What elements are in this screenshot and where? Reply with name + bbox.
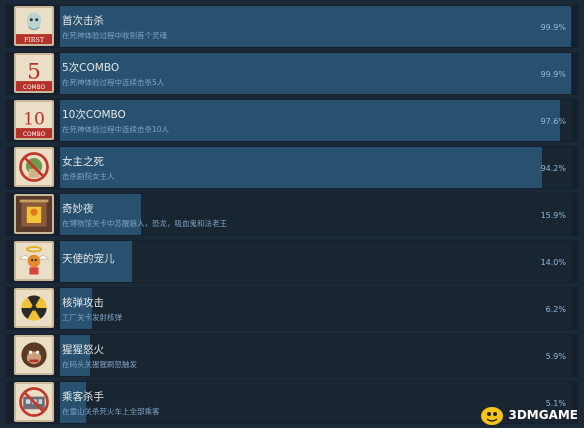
progress-track: [60, 147, 572, 188]
progress-track: [60, 288, 572, 329]
gorilla-icon: [14, 335, 54, 375]
achievement-title: 女主之死: [62, 156, 104, 168]
achievement-percent: 14.0%: [540, 258, 566, 267]
achievement-desc: 在博物馆关卡中苏醒狼人，恐龙，吸血鬼和法老王: [62, 219, 227, 228]
achievement-row[interactable]: 天使的宠儿 14.0%: [6, 240, 578, 283]
achievement-desc: 击杀剧院女主人: [62, 172, 115, 181]
angel-icon: [14, 241, 54, 281]
achievement-row[interactable]: 5 COMBO 5次COMBO 在死神体验过程中连续击杀5人 99.9%: [6, 52, 578, 95]
achievement-title: 乘客杀手: [62, 391, 104, 403]
achievement-list: FIRST 首次击杀 在死神体验过程中收割首个灵魂 99.9% 5 COMBO …: [0, 0, 584, 428]
achievement-percent: 15.9%: [540, 211, 566, 220]
achievement-desc: 在死神体验过程中收割首个灵魂: [62, 31, 167, 40]
achievement-desc: 工厂关卡发射核弹: [62, 313, 122, 322]
achievement-title: 5次COMBO: [62, 62, 120, 74]
achievement-percent: 5.9%: [545, 352, 566, 361]
achievement-desc: 在雪山关杀死火车上全部乘客: [62, 407, 160, 416]
no-woman-icon: [14, 147, 54, 187]
achievement-title: 10次COMBO: [62, 109, 126, 121]
first-kill-badge-icon: FIRST: [14, 6, 54, 46]
achievement-desc: 在码头关猩猩刷怒触发: [62, 360, 137, 369]
achievement-desc: 在死神体验过程中连续击杀10人: [62, 125, 170, 134]
badge-text: COMBO: [23, 85, 46, 91]
achievement-desc: 在死神体验过程中连续击杀5人: [62, 78, 165, 87]
badge-text: COMBO: [23, 132, 46, 138]
achievement-title: 奇妙夜: [62, 203, 94, 215]
achievement-percent: 99.9%: [540, 23, 566, 32]
achievement-title: 首次击杀: [62, 15, 104, 27]
achievement-row[interactable]: FIRST 首次击杀 在死神体验过程中收割首个灵魂 99.9%: [6, 5, 578, 48]
watermark-text: 3DMGAME: [508, 408, 578, 422]
achievement-title: 天使的宠儿: [62, 253, 115, 265]
nuclear-icon: [14, 288, 54, 328]
progress-track: [60, 241, 572, 282]
achievement-percent: 6.2%: [545, 305, 566, 314]
badge-number: 10: [23, 110, 45, 130]
3dm-logo-icon: [481, 407, 504, 425]
achievement-percent: 94.2%: [540, 164, 566, 173]
progress-fill: [60, 147, 543, 188]
achievement-percent: 99.9%: [540, 70, 566, 79]
achievement-row[interactable]: 奇妙夜 在博物馆关卡中苏醒狼人，恐龙，吸血鬼和法老王 15.9%: [6, 193, 578, 236]
museum-night-icon: [14, 194, 54, 234]
achievement-row[interactable]: 10 COMBO 10次COMBO 在死神体验过程中连续击杀10人 97.6%: [6, 99, 578, 142]
watermark: 3DMGAME: [479, 404, 578, 426]
badge-number: 5: [27, 59, 41, 84]
combo-5-badge-icon: 5 COMBO: [14, 53, 54, 93]
achievement-title: 猩猩怒火: [62, 344, 104, 356]
achievement-row[interactable]: 核弹攻击 工厂关卡发射核弹 6.2%: [6, 287, 578, 330]
combo-10-badge-icon: 10 COMBO: [14, 100, 54, 140]
achievement-title: 核弹攻击: [62, 297, 104, 309]
achievement-row[interactable]: 女主之死 击杀剧院女主人 94.2%: [6, 146, 578, 189]
no-train-icon: [14, 382, 54, 422]
achievement-percent: 97.6%: [540, 117, 566, 126]
achievement-row[interactable]: 猩猩怒火 在码头关猩猩刷怒触发 5.9%: [6, 334, 578, 377]
badge-text: FIRST: [24, 37, 45, 44]
